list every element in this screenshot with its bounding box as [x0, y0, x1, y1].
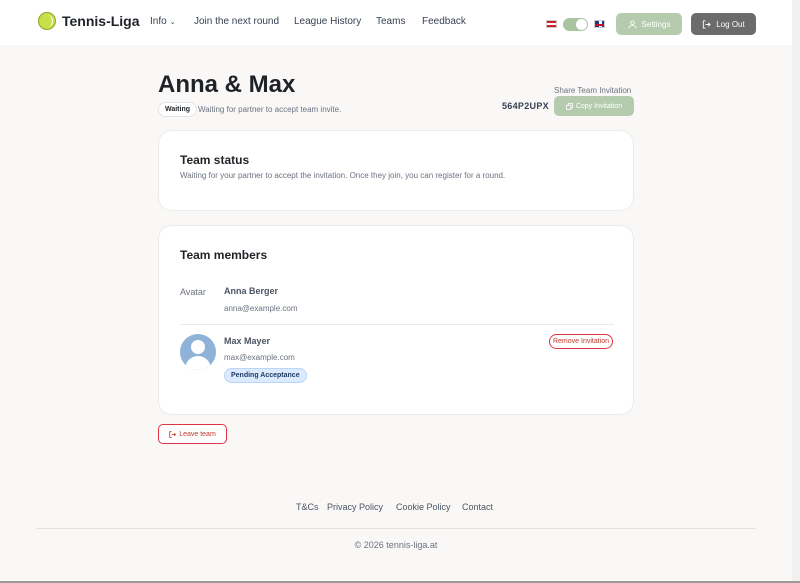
logo[interactable]: Tennis-Liga — [38, 12, 140, 30]
leave-team-button[interactable]: Leave team — [158, 424, 227, 444]
team-members-heading: Team members — [180, 248, 268, 262]
nav-link-feedback[interactable]: Feedback — [422, 16, 466, 27]
leave-team-label: Leave team — [179, 430, 216, 438]
remove-invitation-button[interactable]: Remove Invitation — [549, 334, 613, 349]
copy-invitation-label: Copy Invitation — [575, 102, 623, 110]
user-icon — [627, 19, 637, 29]
nav-link-info[interactable]: Info ⌄ — [150, 16, 176, 27]
member-email: anna@example.com — [224, 304, 298, 313]
avatar-broken-image: Avatar — [180, 287, 206, 297]
settings-label: Settings — [641, 19, 671, 29]
member-name: Anna Berger — [224, 286, 279, 296]
logout-icon — [703, 19, 712, 29]
tennis-ball-icon — [38, 12, 56, 30]
invitation-code: 564P2UPX — [502, 101, 549, 111]
logout-label: Log Out — [716, 19, 745, 29]
copyright: © 2026 tennis-liga.at — [354, 540, 438, 550]
settings-button[interactable]: Settings — [616, 13, 682, 35]
team-members-card: Team members Avatar Anna Berger anna@exa… — [158, 225, 634, 415]
nav-link-league-history[interactable]: League History — [294, 16, 361, 27]
footer-divider — [36, 528, 756, 529]
share-invitation-label: Share Team Invitation — [554, 86, 632, 95]
member-email: max@example.com — [224, 353, 295, 362]
scrollbar[interactable] — [792, 0, 800, 583]
footer-link-terms[interactable]: T&Cs — [296, 502, 319, 512]
austria-flag-icon[interactable] — [546, 20, 557, 28]
copy-icon — [565, 102, 573, 110]
language-toggle[interactable] — [563, 18, 588, 31]
uk-flag-icon[interactable] — [594, 20, 605, 28]
top-navbar: Tennis-Liga Info ⌄ Join the next round Le… — [0, 0, 800, 45]
copy-invitation-button[interactable]: Copy Invitation — [554, 96, 634, 116]
nav-link-info-label: Info — [150, 16, 167, 27]
nav-link-teams[interactable]: Teams — [376, 16, 405, 27]
avatar-body — [185, 356, 211, 370]
status-text: Waiting for partner to accept team invit… — [198, 105, 342, 114]
footer-link-privacy[interactable]: Privacy Policy — [327, 502, 383, 512]
chevron-down-icon: ⌄ — [169, 19, 176, 26]
toggle-knob — [576, 19, 587, 30]
status-badge: Waiting — [158, 102, 198, 117]
team-status-heading: Team status — [180, 153, 250, 167]
page-title: Anna & Max — [158, 71, 296, 98]
logo-text: Tennis-Liga — [62, 13, 140, 29]
member-divider — [180, 324, 614, 325]
pending-acceptance-badge: Pending Acceptance — [224, 368, 307, 383]
logout-button[interactable]: Log Out — [691, 13, 756, 35]
member-name: Max Mayer — [224, 336, 271, 346]
team-status-text: Waiting for your partner to accept the i… — [180, 171, 506, 180]
footer-link-cookie[interactable]: Cookie Policy — [396, 502, 451, 512]
team-status-card: Team status Waiting for your partner to … — [158, 130, 634, 211]
footer-link-contact[interactable]: Contact — [462, 502, 493, 512]
avatar — [180, 334, 216, 370]
avatar-head — [191, 340, 205, 354]
nav-link-join-round[interactable]: Join the next round — [194, 16, 279, 27]
leave-icon — [169, 430, 177, 438]
